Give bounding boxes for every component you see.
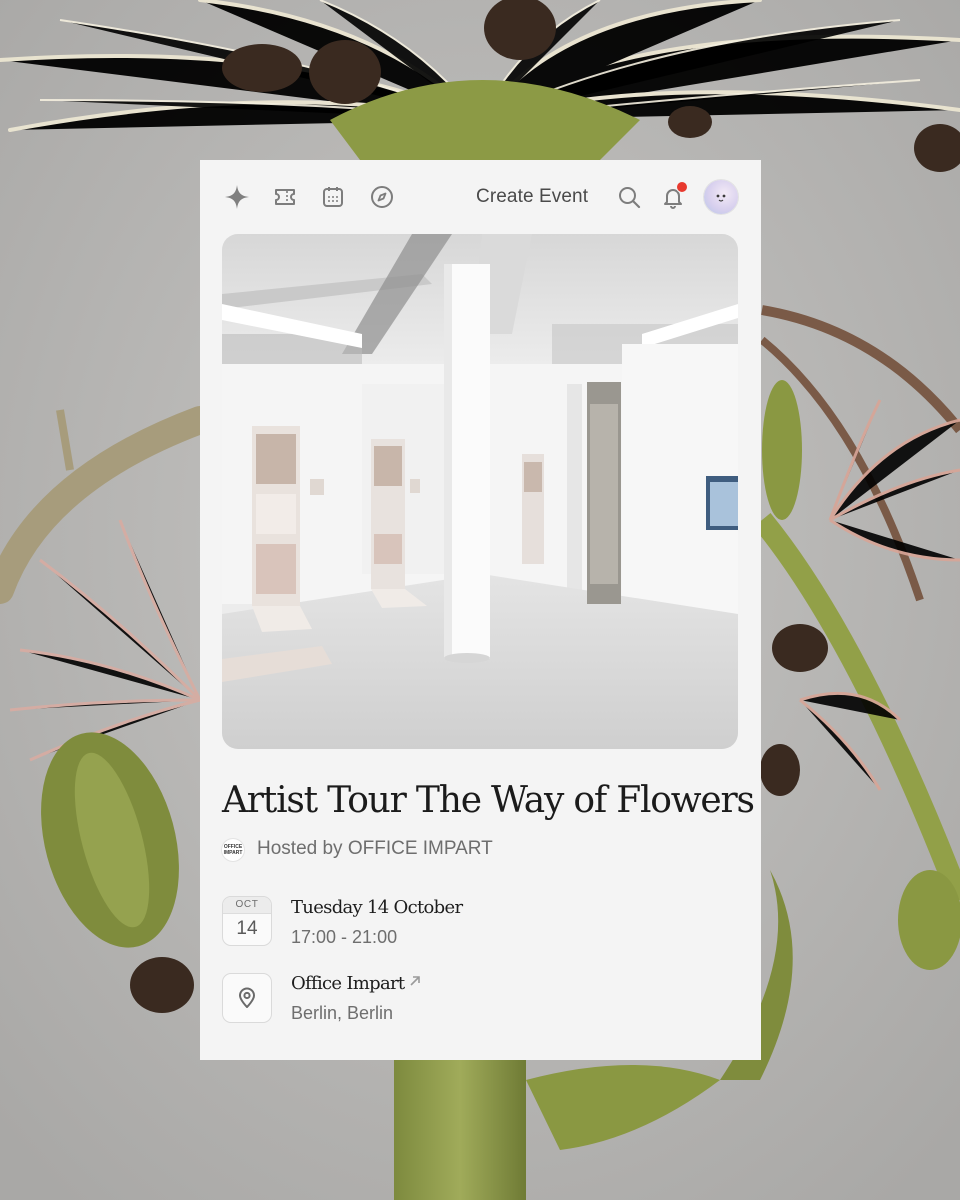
notification-dot [676,181,688,193]
host-logo: OFFICE IMPART [222,839,244,861]
create-event-button[interactable]: Create Event [476,186,588,208]
event-title: Artist Tour The Way of Flowers [222,780,755,821]
venue-city: Berlin, Berlin [291,1003,394,1023]
date-day: 14 [236,918,258,939]
date-month: OCT [223,897,271,914]
event-cover-image [222,234,738,749]
event-date: Tuesday 14 October [291,897,463,918]
sparkle-icon[interactable] [224,184,250,210]
search-icon[interactable] [616,184,642,210]
event-time: 17:00 - 21:00 [291,927,398,947]
external-link-arrow-icon[interactable] [408,974,422,988]
compass-icon[interactable] [369,184,395,210]
top-nav: Create Event [200,160,761,232]
user-avatar[interactable] [704,180,738,214]
location-pin-icon [222,973,272,1023]
host-label: Hosted by OFFICE IMPART [257,838,493,859]
ticket-icon[interactable] [272,184,298,210]
event-card: Create Event Artist Tour The Way of Flow… [200,160,761,1060]
venue-link[interactable]: Office Impart [291,973,405,994]
date-calendar-icon: OCT 14 [222,896,272,946]
calendar-icon[interactable] [320,184,346,210]
